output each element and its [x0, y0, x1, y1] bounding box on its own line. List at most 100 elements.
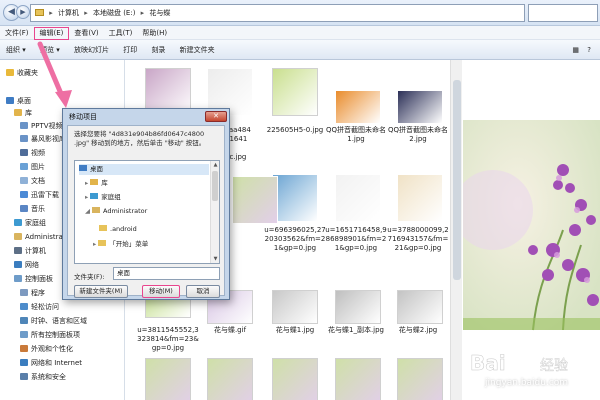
expand-icon[interactable]: ▸ [85, 179, 88, 187]
view-controls[interactable]: ▦ ? [569, 40, 594, 60]
nav-appearance[interactable]: 外观和个性化 [20, 344, 73, 355]
tree-item-android[interactable]: .android [99, 224, 137, 235]
new-folder-button[interactable]: 新建文件夹 [174, 40, 221, 60]
cancel-button[interactable]: 取消 [186, 285, 220, 298]
nav-security[interactable]: 系统和安全 [20, 372, 66, 383]
library-icon [14, 109, 22, 116]
library-icon [90, 179, 99, 185]
dialog-message: 选择您要将 "4d831e904b86fd0647c4800 .jpg" 移动到… [74, 130, 206, 147]
file-thumbnail[interactable] [397, 358, 443, 400]
nav-control-panel[interactable]: 控制面板 [14, 274, 53, 285]
menu-view[interactable]: 查看(V) [69, 26, 103, 40]
nav-computer[interactable]: 计算机 [14, 246, 46, 257]
nav-clock[interactable]: 时钟、语言和区域 [20, 316, 87, 327]
expand-icon[interactable]: ▸ [93, 240, 96, 248]
nav-network-internet[interactable]: 网络和 Internet [20, 358, 82, 369]
address-bar[interactable]: ▸ 计算机 ▸ 本地磁盘 (E:) ▸ 花与蝶 [30, 4, 525, 22]
menu-edit[interactable]: 编辑(E) [33, 27, 70, 40]
control-panel-icon [14, 275, 22, 282]
burn-button[interactable]: 刻录 [145, 40, 171, 60]
nav-video[interactable]: 视频 [20, 148, 45, 159]
nav-homegroup[interactable]: 家庭组 [14, 218, 46, 229]
breadcrumb-folder[interactable]: 花与蝶 [149, 9, 170, 17]
tree-item-administrator[interactable]: ◢ Administrator [85, 206, 147, 217]
file-thumbnail[interactable] [397, 174, 443, 222]
nav-desktop[interactable]: 桌面 [6, 96, 31, 107]
nav-pptv[interactable]: PPTV视频 [20, 121, 63, 132]
file-thumbnail[interactable] [335, 358, 381, 400]
nav-library[interactable]: 库 [14, 108, 32, 119]
organize-button[interactable]: 组织 ▾ [0, 40, 32, 60]
nav-all-control-panel[interactable]: 所有控制面板项 [20, 330, 80, 341]
nav-pictures[interactable]: 图片 [20, 162, 45, 173]
nav-baofeng[interactable]: 暴风影视库 [20, 134, 66, 145]
nav-network[interactable]: 网络 [14, 260, 39, 271]
file-thumbnail[interactable] [272, 174, 318, 222]
file-caption: 花与蝶2.jpg [398, 326, 438, 334]
search-input[interactable] [528, 4, 598, 22]
breadcrumb-local-disk[interactable]: 本地磁盘 (E:) [93, 9, 135, 17]
new-folder-button[interactable]: 新建文件夹(M) [74, 285, 128, 298]
scroll-down-icon[interactable]: ▼ [211, 255, 219, 263]
scroll-thumb[interactable] [453, 80, 461, 280]
preview-button[interactable]: 预览 ▾ [34, 40, 66, 60]
video-folder-icon [20, 135, 28, 142]
close-icon[interactable]: ✕ [205, 111, 227, 122]
file-thumbnail[interactable] [335, 290, 381, 324]
user-folder-icon [14, 233, 22, 240]
file-thumbnail[interactable] [397, 290, 443, 324]
folder-input[interactable]: 桌面 [113, 267, 220, 280]
file-thumbnail[interactable] [207, 358, 253, 400]
move-items-dialog: 移动项目 ✕ 选择您要将 "4d831e904b86fd0647c4800 .j… [62, 108, 230, 300]
baidu-logo: Bai 经验 [470, 351, 568, 376]
video-folder-icon [20, 122, 28, 129]
file-thumbnail[interactable] [272, 68, 318, 116]
tree-item-homegroup[interactable]: ▸ 家庭组 [85, 192, 121, 203]
music-icon [20, 205, 28, 212]
file-caption: 花与蝶1_副本.jpg [327, 326, 384, 334]
file-thumbnail[interactable] [232, 176, 278, 224]
file-thumbnail[interactable] [335, 174, 381, 222]
tree-item-desktop[interactable]: 桌面 [79, 164, 209, 175]
file-thumbnail[interactable] [335, 90, 381, 124]
nav-xunlei[interactable]: 迅雷下载 [20, 190, 59, 201]
file-thumbnail[interactable] [397, 90, 443, 124]
content-scrollbar[interactable] [450, 60, 462, 400]
print-button[interactable]: 打印 [117, 40, 143, 60]
view-icon[interactable]: ▦ [569, 40, 582, 60]
file-caption: u=3788000099,2716943157&fm=21&gp=0.jpg [387, 226, 449, 252]
ease-of-access-icon [20, 303, 28, 310]
file-thumbnail[interactable] [145, 358, 191, 400]
nav-favorites[interactable]: 收藏夹 [6, 68, 38, 79]
menu-help[interactable]: 帮助(H) [137, 26, 172, 40]
slideshow-button[interactable]: 放映幻灯片 [68, 40, 115, 60]
file-caption: 花与蝶.gif [213, 326, 247, 334]
tree-item-library[interactable]: ▸ 库 [85, 178, 108, 189]
file-caption: u=696396025,2720303562&fm=21&gp=0.jpg [264, 226, 326, 252]
help-icon[interactable]: ? [584, 40, 594, 60]
video-icon [20, 149, 28, 156]
breadcrumb-computer[interactable]: 计算机 [58, 9, 79, 17]
menu-tools[interactable]: 工具(T) [104, 26, 138, 40]
desktop-icon [6, 97, 14, 104]
nav-programs[interactable]: 程序 [20, 288, 45, 299]
file-thumbnail[interactable] [272, 290, 318, 324]
move-button[interactable]: 移动(M) [142, 285, 180, 298]
file-caption: QQ拼音截图未命名2.jpg [387, 126, 449, 143]
tree-scrollbar[interactable]: ▲ ▼ [210, 161, 219, 263]
folder-tree[interactable]: 桌面 ▸ 库 ▸ 家庭组 ◢ Administrator .android ▸ 「开始」… [74, 160, 220, 264]
tree-item-start-menu[interactable]: ▸ 「开始」菜单 [93, 239, 148, 250]
computer-icon [14, 247, 22, 254]
forward-icon[interactable]: ▶ [16, 5, 30, 19]
nav-ease[interactable]: 轻松访问 [20, 302, 59, 313]
collapse-icon[interactable]: ◢ [85, 207, 90, 215]
scroll-thumb[interactable] [212, 171, 218, 201]
nav-docs[interactable]: 文档 [20, 176, 45, 187]
nav-music[interactable]: 音乐 [20, 204, 45, 215]
toolbar: 组织 ▾ 预览 ▾ 放映幻灯片 打印 刻录 新建文件夹 ▦ ? [0, 40, 600, 60]
menu-file[interactable]: 文件(F) [0, 26, 34, 40]
scroll-up-icon[interactable]: ▲ [211, 161, 219, 169]
expand-icon[interactable]: ▸ [85, 193, 88, 201]
globe-icon [20, 359, 28, 366]
file-thumbnail[interactable] [272, 358, 318, 400]
